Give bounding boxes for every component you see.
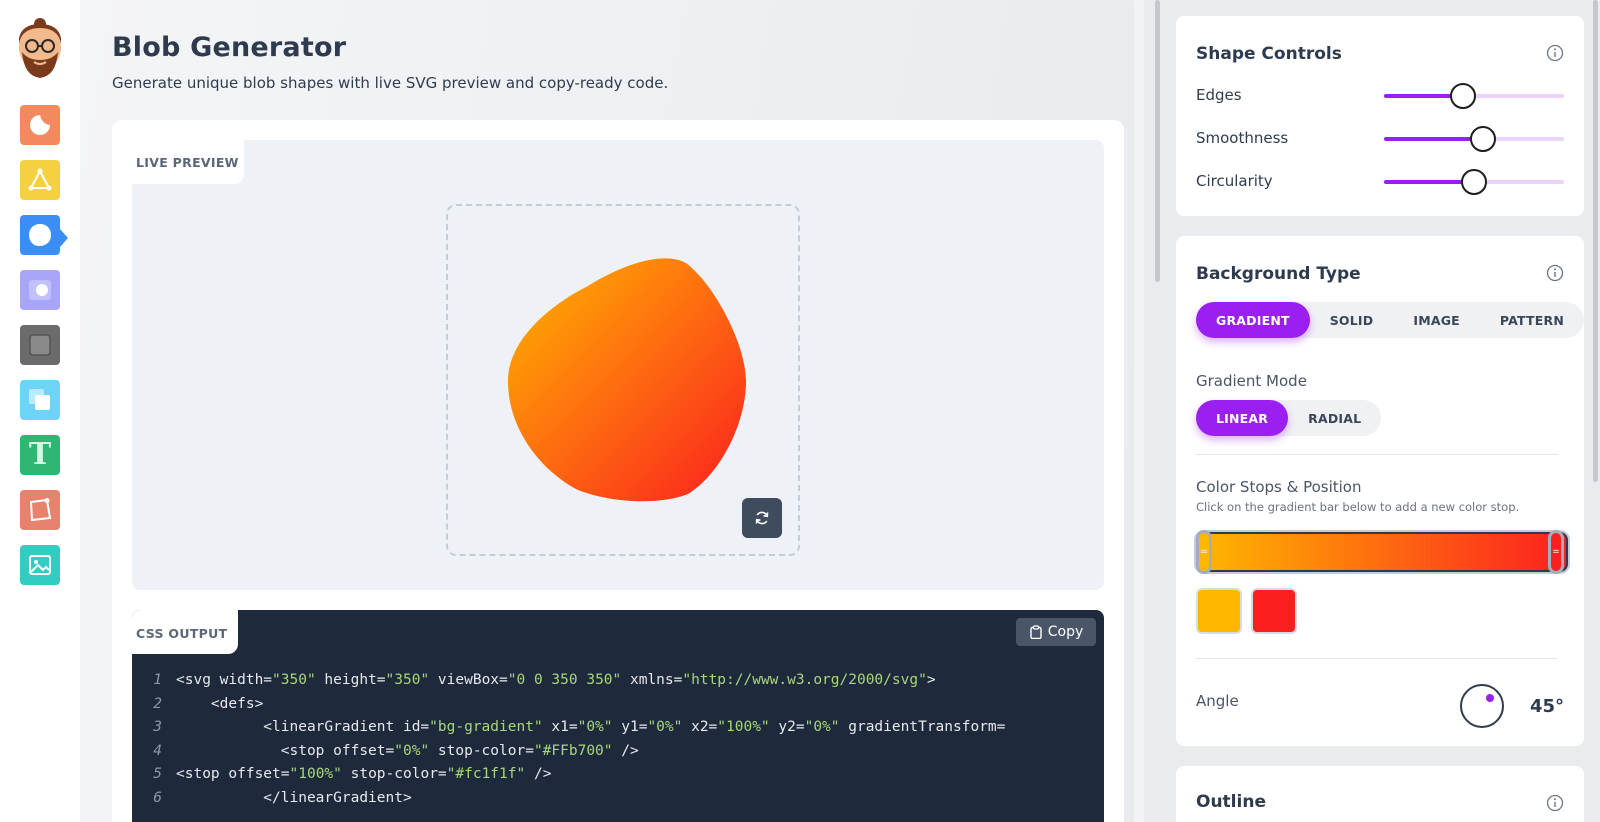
slider-edges[interactable] bbox=[1384, 83, 1564, 109]
live-preview-panel: LIVE PREVIEW bbox=[132, 140, 1104, 590]
color-swatch[interactable] bbox=[1251, 588, 1297, 634]
line-number: 5 bbox=[153, 766, 162, 783]
color-stops-hint: Click on the gradient bar below to add a… bbox=[1196, 500, 1520, 514]
slider-knob[interactable] bbox=[1470, 126, 1496, 152]
shape-controls-title: Shape Controls bbox=[1196, 44, 1342, 64]
angle-handle[interactable] bbox=[1486, 694, 1494, 702]
sidebar-item-image-tool[interactable] bbox=[20, 545, 60, 585]
code-line: 3 <linearGradient id="bg-gradient" x1="0… bbox=[132, 719, 1104, 743]
background-type-panel: Background Type GRADIENT SOLID IMAGE PATTER… bbox=[1176, 236, 1585, 746]
gradient-bar[interactable]: = = bbox=[1196, 530, 1568, 574]
tab-image[interactable]: IMAGE bbox=[1393, 302, 1480, 338]
grip-icon: = bbox=[1200, 547, 1208, 557]
divider bbox=[1196, 658, 1558, 659]
angle-value: 45° bbox=[1529, 696, 1564, 717]
mode-linear[interactable]: LINEAR bbox=[1196, 400, 1289, 436]
code-text: <stop offset="0%" stop-color="#FFb700" /… bbox=[176, 742, 639, 759]
line-number: 6 bbox=[153, 789, 162, 806]
slider-knob[interactable] bbox=[1450, 83, 1477, 109]
avatar[interactable] bbox=[16, 14, 64, 84]
box-shadow-icon bbox=[29, 334, 51, 356]
sidebar-item-blob-tool[interactable] bbox=[20, 105, 60, 145]
neumorphism-icon bbox=[29, 280, 51, 300]
line-number: 2 bbox=[153, 695, 162, 712]
slider-label-circularity: Circularity bbox=[1196, 172, 1273, 190]
background-type-selector: GRADIENT SOLID IMAGE PATTERN bbox=[1196, 302, 1585, 338]
grip-icon: = bbox=[1552, 547, 1560, 557]
slider-label-smoothness: Smoothness bbox=[1196, 129, 1289, 147]
editor-card: LIVE PREVIEW CSS OUTPUT Copy 1 <svg widt… bbox=[112, 120, 1124, 822]
mode-radial[interactable]: RADIAL bbox=[1288, 400, 1381, 436]
copy-button[interactable]: Copy bbox=[1016, 618, 1096, 646]
info-icon[interactable] bbox=[1546, 44, 1564, 62]
code-line: 4 <stop offset="0%" stop-color="#FFb700"… bbox=[132, 743, 1104, 767]
sidebar-item-text-tool[interactable]: T bbox=[20, 435, 60, 475]
main-area: Blob Generator Generate unique blob shap… bbox=[80, 0, 1134, 822]
angle-dial[interactable] bbox=[1460, 684, 1504, 728]
panel-scrollbar-thumb[interactable] bbox=[1593, 0, 1598, 482]
text-icon: T bbox=[28, 437, 52, 472]
page-subtitle: Generate unique blob shapes with live SV… bbox=[112, 74, 669, 92]
tab-solid[interactable]: SOLID bbox=[1310, 302, 1394, 338]
sidebar-item-triangle-tool[interactable] bbox=[20, 160, 60, 200]
main-scrollbar-thumb[interactable] bbox=[1155, 0, 1160, 282]
slider-smoothness[interactable] bbox=[1384, 126, 1564, 152]
code-block[interactable]: 1 <svg width="350" height="350" viewBox="… bbox=[132, 672, 1104, 814]
slider-label-edges: Edges bbox=[1196, 86, 1242, 104]
color-swatch[interactable] bbox=[1196, 588, 1242, 634]
gradient-mode-label: Gradient Mode bbox=[1196, 372, 1307, 390]
code-text: </linearGradient> bbox=[176, 789, 412, 806]
code-text: <defs> bbox=[176, 695, 264, 712]
color-stops-label: Color Stops & Position bbox=[1196, 478, 1362, 496]
info-icon[interactable] bbox=[1546, 794, 1564, 812]
refresh-icon bbox=[755, 511, 769, 525]
color-stop-handle[interactable]: = bbox=[1548, 530, 1564, 574]
sidebar-item-glass-tool[interactable] bbox=[20, 380, 60, 420]
background-type-title: Background Type bbox=[1196, 264, 1361, 284]
sidebar-item-neumorphism-tool[interactable] bbox=[20, 270, 60, 310]
sidebar-item-blob-shape-tool[interactable] bbox=[20, 215, 60, 255]
slider-circularity[interactable] bbox=[1384, 169, 1564, 195]
code-line: 6 </linearGradient> bbox=[132, 790, 1104, 814]
tab-gradient[interactable]: GRADIENT bbox=[1196, 302, 1310, 338]
code-line: 1 <svg width="350" height="350" viewBox="… bbox=[132, 672, 1104, 696]
code-text: <stop offset="100%" stop-color="#fc1f1f"… bbox=[176, 766, 552, 783]
shape-controls-panel: Shape Controls Edges Smoothness Circularit… bbox=[1176, 16, 1584, 216]
clip-path-icon bbox=[29, 498, 52, 522]
sidebar: T bbox=[0, 0, 80, 822]
page-title: Blob Generator bbox=[112, 32, 347, 63]
main-scrollbar-track[interactable] bbox=[1134, 0, 1144, 822]
code-line: 5 <stop offset="100%" stop-color="#fc1f1f… bbox=[132, 766, 1104, 790]
outline-title: Outline bbox=[1196, 792, 1266, 812]
angle-label: Angle bbox=[1196, 692, 1239, 710]
live-preview-tab: LIVE PREVIEW bbox=[132, 140, 244, 184]
line-number: 1 bbox=[153, 672, 162, 688]
clipboard-icon bbox=[1030, 625, 1042, 639]
regenerate-button[interactable] bbox=[742, 498, 782, 538]
glass-layers-icon bbox=[29, 389, 50, 410]
active-indicator bbox=[60, 229, 68, 247]
line-number: 3 bbox=[153, 719, 162, 736]
image-icon bbox=[29, 555, 51, 575]
css-output-tab: CSS OUTPUT bbox=[132, 610, 238, 654]
blob-canvas bbox=[446, 204, 800, 556]
code-line: 2 <defs> bbox=[132, 696, 1104, 720]
code-text: <svg width="350" height="350" viewBox="0… bbox=[176, 672, 936, 688]
info-icon[interactable] bbox=[1546, 264, 1564, 282]
sidebar-item-clip-path-tool[interactable] bbox=[20, 490, 60, 530]
outline-panel: Outline bbox=[1176, 766, 1584, 822]
sidebar-item-shadow-tool[interactable] bbox=[20, 325, 60, 365]
tab-pattern[interactable]: PATTERN bbox=[1480, 302, 1584, 338]
code-text: <linearGradient id="bg-gradient" x1="0%"… bbox=[176, 719, 1006, 736]
slider-knob[interactable] bbox=[1461, 169, 1487, 195]
line-number: 4 bbox=[153, 742, 162, 759]
slider-fill bbox=[1384, 137, 1483, 141]
divider bbox=[1196, 454, 1558, 455]
gradient-mode-selector: LINEAR RADIAL bbox=[1196, 400, 1382, 436]
css-output-panel: CSS OUTPUT Copy 1 <svg width="350" height… bbox=[132, 610, 1104, 822]
blob-icon bbox=[29, 224, 51, 246]
color-stop-handle[interactable]: = bbox=[1196, 530, 1212, 574]
triangle-nodes-icon bbox=[28, 168, 52, 191]
swirl-icon bbox=[30, 115, 50, 135]
